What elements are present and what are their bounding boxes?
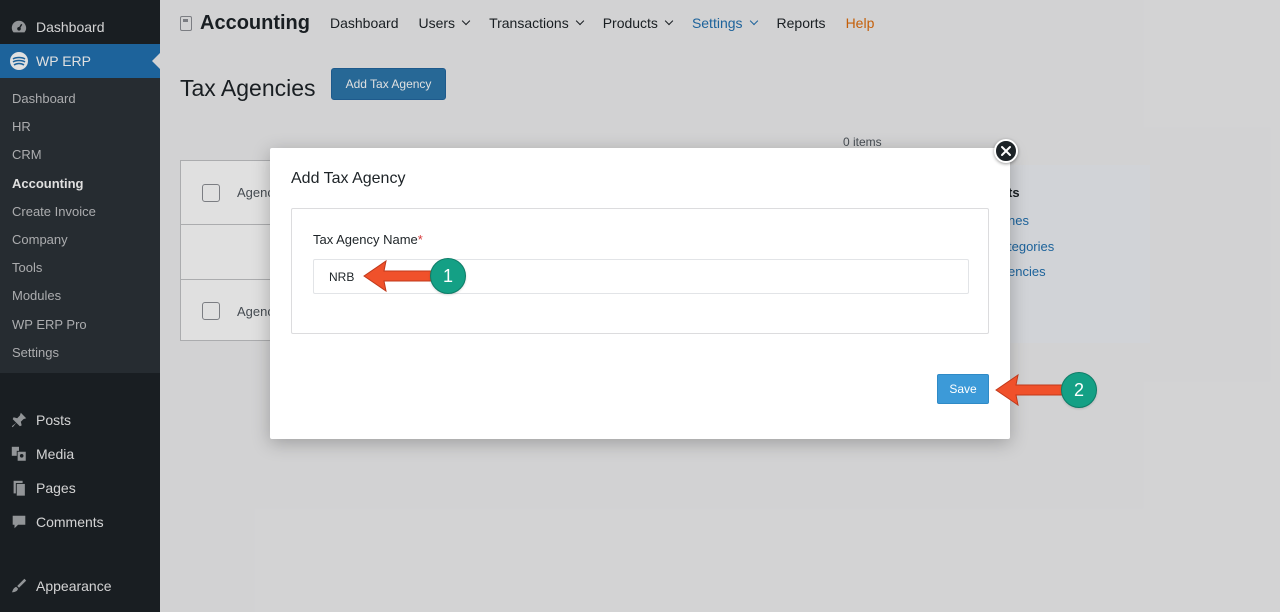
sidebar-item-wp-erp[interactable]: WP ERP: [0, 44, 160, 78]
sidebar-item-dashboard-label: Dashboard: [36, 19, 105, 35]
dashboard-gauge-icon: [9, 17, 29, 37]
chevron-down-icon: [575, 16, 584, 26]
shortcut-link[interactable]: nes: [1008, 213, 1029, 228]
submenu-item-crm[interactable]: CRM: [0, 141, 160, 169]
submenu-item-wp-erp-pro[interactable]: WP ERP Pro: [0, 311, 160, 339]
annotation-arrow-1: [363, 259, 435, 293]
sidebar-item-media[interactable]: Media: [0, 437, 160, 471]
sidebar-item-pages-label: Pages: [36, 479, 76, 496]
chevron-down-icon: [664, 16, 674, 26]
items-count: 0 items: [843, 135, 882, 149]
brand-title: Accounting: [200, 11, 310, 34]
nav-products[interactable]: Products: [602, 15, 674, 31]
step-badge-1: 1: [430, 258, 466, 294]
comment-bubble-icon: [9, 512, 29, 532]
add-tax-agency-button[interactable]: Add Tax Agency: [331, 68, 446, 100]
sidebar-item-pages[interactable]: Pages: [0, 471, 160, 505]
shortcuts-panel: ts nes tegories encies: [990, 165, 1150, 343]
admin-sidebar: Dashboard WP ERP Dashboard HR CRM Accoun…: [0, 0, 160, 612]
step-badge-2: 2: [1061, 372, 1097, 408]
field-label-text: Tax Agency Name: [313, 232, 418, 247]
wp-erp-logo-icon: [9, 51, 29, 71]
sidebar-item-comments-label: Comments: [36, 513, 104, 530]
sidebar-item-media-label: Media: [36, 445, 75, 462]
modal-title: Add Tax Agency: [291, 170, 406, 187]
nav-reports-label: Reports: [776, 15, 826, 31]
select-all-checkbox-footer[interactable]: [202, 302, 220, 320]
sidebar-item-comments[interactable]: Comments: [0, 505, 160, 539]
chevron-down-icon: [749, 16, 758, 26]
save-button[interactable]: Save: [937, 374, 989, 404]
calculator-icon: [180, 15, 192, 31]
nav-users-label: Users: [418, 15, 456, 31]
erp-top-nav: Accounting Dashboard Users Transactions …: [180, 8, 894, 38]
submenu-item-settings[interactable]: Settings: [0, 339, 160, 367]
add-tax-agency-modal: Add Tax Agency Tax Agency Name* Save: [270, 139, 1018, 439]
nav-help-label: Help: [845, 15, 875, 31]
divider: [181, 224, 276, 225]
table-footer-row: Agenc: [181, 280, 276, 342]
shortcut-link[interactable]: tegories: [1008, 239, 1054, 254]
media-icon: [9, 444, 29, 464]
submenu-item-accounting[interactable]: Accounting: [0, 170, 160, 198]
tax-agency-table: Agenc Agenc: [180, 160, 276, 342]
nav-help[interactable]: Help: [846, 15, 875, 31]
pages-icon: [9, 478, 29, 498]
table-header-row: Agenc: [181, 161, 276, 224]
tax-agency-name-label: Tax Agency Name*: [313, 232, 423, 247]
column-header-agency: Agenc: [237, 185, 274, 200]
close-icon[interactable]: [994, 139, 1018, 163]
shortcut-link[interactable]: encies: [1008, 264, 1046, 279]
sidebar-submenu: Dashboard HR CRM Accounting Create Invoi…: [0, 78, 160, 373]
sidebar-item-posts[interactable]: Posts: [0, 403, 160, 437]
required-marker: *: [417, 232, 423, 247]
submenu-item-hr[interactable]: HR: [0, 113, 160, 141]
sidebar-item-appearance-label: Appearance: [36, 577, 112, 594]
submenu-item-tools[interactable]: Tools: [0, 254, 160, 282]
nav-transactions[interactable]: Transactions: [489, 15, 584, 31]
nav-products-label: Products: [602, 15, 658, 31]
sidebar-item-wp-erp-label: WP ERP: [36, 53, 91, 69]
submenu-item-dashboard[interactable]: Dashboard: [0, 85, 160, 113]
submenu-item-company[interactable]: Company: [0, 226, 160, 254]
paintbrush-icon: [9, 576, 29, 596]
nav-transactions-label: Transactions: [489, 15, 569, 31]
nav-dashboard-label: Dashboard: [330, 15, 399, 31]
nav-reports[interactable]: Reports: [777, 15, 826, 31]
column-footer-agency: Agenc: [237, 303, 274, 319]
nav-users[interactable]: Users: [418, 15, 471, 31]
submenu-item-create-invoice[interactable]: Create Invoice: [0, 198, 160, 226]
submenu-item-modules[interactable]: Modules: [0, 282, 160, 310]
pushpin-icon: [9, 410, 29, 430]
page-title: Tax Agencies: [180, 75, 316, 101]
nav-dashboard[interactable]: Dashboard: [330, 15, 399, 31]
sidebar-item-dashboard[interactable]: Dashboard: [0, 10, 160, 44]
nav-settings[interactable]: Settings: [691, 15, 758, 31]
sidebar-item-posts-label: Posts: [36, 411, 72, 428]
accounting-brand: Accounting: [180, 12, 310, 35]
select-all-checkbox[interactable]: [202, 183, 220, 202]
annotation-arrow-2: [995, 373, 1065, 407]
sidebar-item-appearance[interactable]: Appearance: [0, 569, 160, 603]
nav-settings-label: Settings: [691, 15, 743, 31]
chevron-down-icon: [461, 16, 471, 26]
